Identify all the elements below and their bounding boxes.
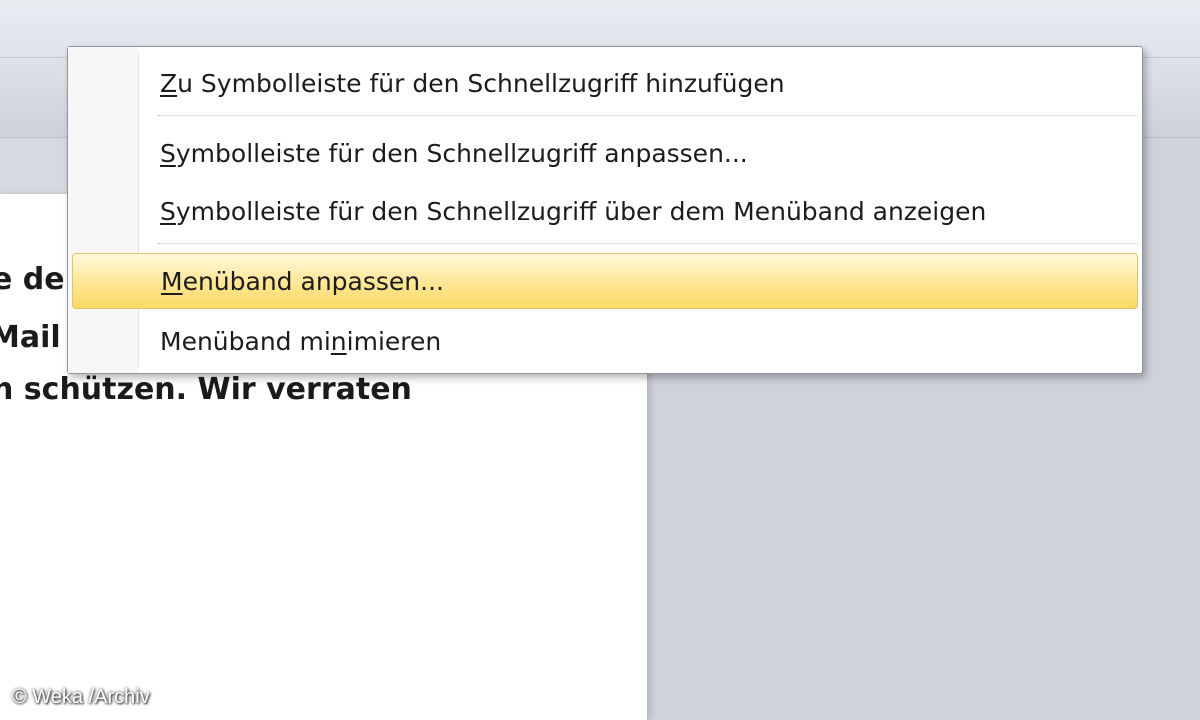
menu-item-label: ymbolleiste für den Schnellzugriff anpas… <box>175 138 748 168</box>
menu-item-accelerator: n <box>330 326 347 356</box>
menu-item-accelerator: Z <box>160 68 178 98</box>
menu-item-label: enüband anpassen... <box>182 266 444 296</box>
document-text-line: n schützen. Wir verraten <box>0 372 412 407</box>
menu-item-label: ymbolleiste für den Schnellzugriff über … <box>175 196 987 226</box>
menu-item-show-quick-access-above-ribbon[interactable]: Symbolleiste für den Schnellzugriff über… <box>72 183 1138 239</box>
menu-separator <box>158 115 1138 116</box>
ruler-area <box>0 138 70 194</box>
menu-item-label: u Symbolleiste für den Schnellzugriff hi… <box>177 68 785 98</box>
menu-item-add-to-quick-access[interactable]: Zu Symbolleiste für den Schnellzugriff h… <box>72 55 1138 111</box>
menu-separator <box>158 243 1138 244</box>
menu-item-label: imieren <box>346 326 442 356</box>
menu-item-label: Menüband mi <box>160 326 331 356</box>
quick-access-context-menu: Zu Symbolleiste für den Schnellzugriff h… <box>67 46 1143 374</box>
menu-item-accelerator: S <box>160 196 176 226</box>
menu-item-accelerator: S <box>160 138 176 168</box>
menu-item-minimize-ribbon[interactable]: Menüband mi n imieren <box>72 313 1138 369</box>
copyright-watermark: © Weka /Archiv <box>12 686 150 708</box>
menu-item-customize-ribbon[interactable]: Menüband anpassen... <box>72 253 1138 309</box>
menu-item-customize-quick-access[interactable]: Symbolleiste für den Schnellzugriff anpa… <box>72 125 1138 181</box>
menu-item-accelerator: M <box>161 266 183 296</box>
